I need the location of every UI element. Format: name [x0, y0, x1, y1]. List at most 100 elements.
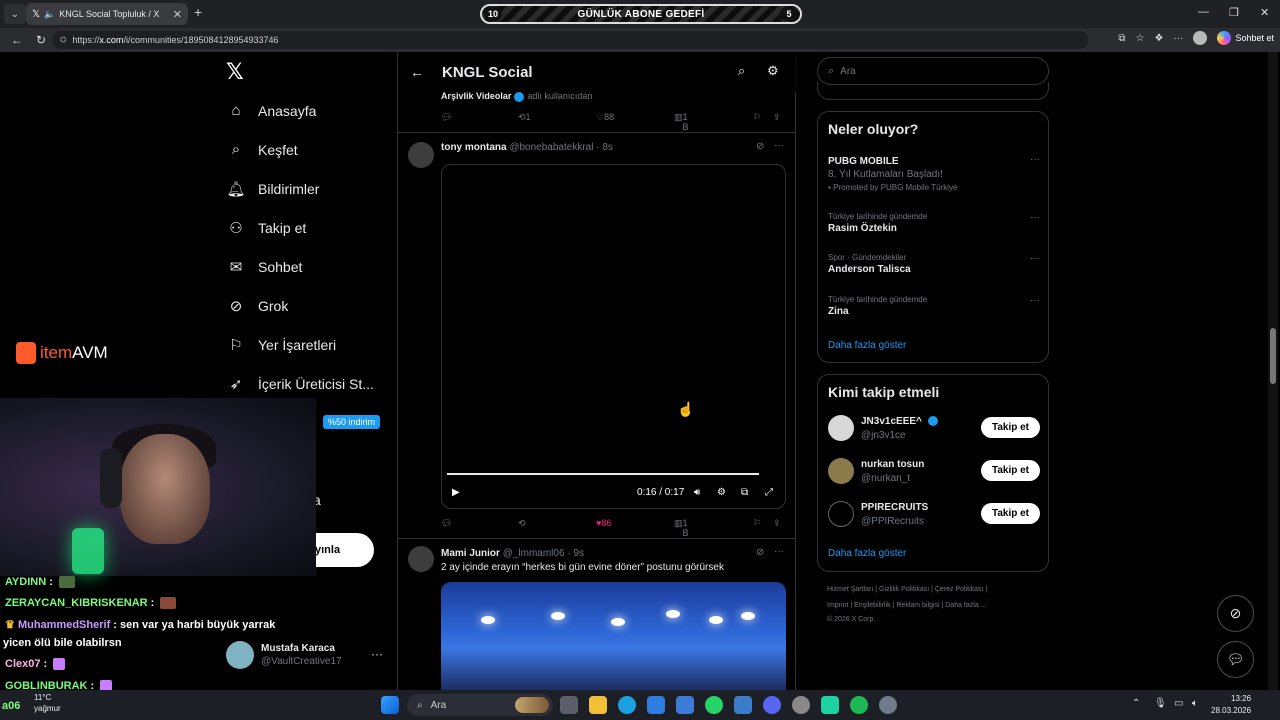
taskbar-search[interactable]: ⌕ Ara — [407, 694, 553, 716]
start-icon[interactable] — [381, 696, 399, 714]
speaker-icon[interactable]: 🔈 — [44, 9, 55, 20]
minimize-icon[interactable]: — — [1198, 6, 1209, 18]
app-icon[interactable] — [821, 696, 839, 714]
tray-chevron-icon[interactable]: ⌃ — [1132, 698, 1140, 709]
tab-actions-menu[interactable]: ⌄ — [4, 4, 26, 24]
profile-avatar[interactable] — [1193, 31, 1208, 45]
edge-icon[interactable] — [618, 696, 636, 714]
follow-button[interactable]: Takip et — [981, 460, 1040, 481]
trend-item[interactable]: Spor · Gündemdekiler Anderson Talisca ··… — [828, 253, 1040, 275]
video-progress-bar[interactable] — [447, 473, 759, 475]
network-icon[interactable]: ▭ — [1174, 698, 1183, 709]
file-explorer-icon[interactable] — [589, 696, 607, 714]
sidebar-item-chat[interactable]: ✉ Sohbet — [226, 258, 303, 276]
footer-links[interactable]: Imprint | Erişilebilirlik | Reklam bilgi… — [827, 602, 987, 609]
more-icon[interactable]: ··· — [1030, 212, 1040, 223]
clock[interactable]: 13:26 28.03.2026 — [1211, 693, 1251, 717]
sidebar-item-notifications[interactable]: 🔔︎ Bildirimler — [226, 180, 319, 198]
messages-button[interactable]: 💬︎ — [1217, 641, 1254, 678]
sidebar-item-creator-studio[interactable]: ➶ İçerik Üreticisi St... — [226, 375, 374, 393]
network-app-icon[interactable] — [734, 696, 752, 714]
share-icon[interactable]: ⇪ — [773, 518, 781, 529]
grok-icon[interactable]: ⊘ — [756, 547, 764, 558]
play-icon[interactable]: ▶ — [452, 487, 460, 498]
chrome-icon[interactable] — [792, 696, 810, 714]
site-info-icon[interactable]: ⛭ — [60, 35, 66, 45]
more-icon[interactable]: ··· — [774, 546, 784, 557]
fullscreen-icon[interactable]: ⤢ — [765, 487, 773, 498]
mail-app-icon[interactable] — [676, 696, 694, 714]
sidebar-item-explore[interactable]: ⌕ Keşfet — [226, 141, 298, 158]
collections-icon[interactable]: ❖ — [1155, 33, 1164, 44]
extensions-icon[interactable]: ⧉ — [1118, 33, 1125, 44]
show-more-link[interactable]: Daha fazla göster — [828, 548, 906, 559]
views-button[interactable]: ▥ 1 B — [674, 518, 689, 538]
more-icon[interactable]: ··· — [1030, 295, 1040, 306]
more-icon[interactable]: ··· — [774, 140, 784, 151]
trend-item[interactable]: Türkiye tarihinde gündemde Zina ··· — [828, 295, 1040, 317]
share-icon[interactable]: ⇪ — [773, 112, 781, 123]
refresh-icon[interactable]: ↻ — [34, 33, 48, 47]
more-icon[interactable]: ··· — [1030, 154, 1040, 165]
like-button[interactable]: ♡ 88 — [596, 112, 614, 123]
browser-tab-active[interactable]: 𝕏 🔈 KNGL Social Topluluk / X ✕ — [26, 3, 188, 25]
more-icon[interactable]: ··· — [1030, 253, 1040, 264]
restore-icon[interactable]: ❐ — [1229, 6, 1239, 19]
sidebar-item-grok[interactable]: ⊘ Grok — [226, 297, 289, 315]
repost-button[interactable]: ⟲ 1 — [518, 112, 531, 123]
back-arrow-icon[interactable]: ← — [410, 64, 424, 80]
suggestion-row[interactable]: JN3v1cEEE^ @jn3v1ce Takip et — [828, 415, 1040, 445]
sidebar-item-bookmarks[interactable]: ⚐ Yer İşaretleri — [226, 336, 336, 354]
show-more-link[interactable]: Daha fazla göster — [828, 340, 906, 351]
sidebar-item-home[interactable]: ⌂ Anasayfa — [226, 102, 316, 119]
task-view-icon[interactable] — [560, 696, 578, 714]
post-image[interactable] — [441, 582, 786, 690]
post-handle[interactable]: @bonebabatekkral — [509, 142, 593, 153]
bookmark-icon[interactable]: ⚐ — [753, 518, 761, 529]
video-player[interactable]: ☝ ▶ 0:16 / 0:17 🔊︎ ⚙ ⧉ ⤢ — [441, 164, 786, 509]
weather-widget[interactable]: 11°C yağmur — [34, 692, 61, 714]
page-scrollbar[interactable] — [1268, 52, 1278, 690]
suggestion-row[interactable]: nurkan tosun @nurkan_t Takip et — [828, 458, 1040, 488]
pip-icon[interactable]: ⧉ — [741, 487, 748, 498]
follow-button[interactable]: Takip et — [981, 417, 1040, 438]
settings-icon[interactable] — [879, 696, 897, 714]
grok-icon[interactable]: ⊘ — [756, 141, 764, 152]
volume-icon[interactable]: 🔊︎ — [694, 487, 700, 498]
sidebar-item-follow[interactable]: ⚇ Takip et — [226, 219, 306, 237]
discord-icon[interactable] — [763, 696, 781, 714]
post-author[interactable]: Mami Junior — [441, 548, 500, 559]
reply-icon[interactable]: 💬︎ — [441, 112, 452, 123]
close-window-icon[interactable]: ✕ — [1260, 6, 1269, 19]
search-input[interactable]: ⌕ Ara — [817, 57, 1049, 85]
post-author[interactable]: tony montana — [441, 142, 507, 153]
video-settings-icon[interactable]: ⚙ — [717, 487, 726, 498]
post-handle[interactable]: @_lmmaml06 — [503, 548, 565, 559]
scrollbar-thumb[interactable] — [1270, 328, 1276, 384]
suggestion-row[interactable]: PPIRECRUITS @PPIRecruits Takip et — [828, 501, 1040, 531]
close-tab-icon[interactable]: ✕ — [173, 8, 182, 21]
repost-icon[interactable]: ⟲ — [518, 518, 526, 529]
spotify-icon[interactable] — [850, 696, 868, 714]
settings-gear-icon[interactable]: ⚙ — [767, 63, 779, 79]
more-menu-icon[interactable]: ··· — [1173, 33, 1183, 44]
copilot-button[interactable]: Sohbet et — [1217, 31, 1274, 45]
microphone-icon[interactable]: 🎙︎ — [1154, 698, 1167, 709]
follow-button[interactable]: Takip et — [981, 503, 1040, 524]
like-button[interactable]: ♥ 86 — [596, 518, 611, 528]
post-avatar[interactable] — [408, 546, 434, 572]
back-icon[interactable]: ← — [10, 33, 24, 47]
search-icon[interactable]: ⌕ — [738, 63, 745, 79]
source-name[interactable]: Arşivlik Videolar — [441, 91, 511, 101]
store-icon[interactable] — [647, 696, 665, 714]
reply-icon[interactable]: 💬︎ — [441, 518, 452, 529]
trend-item[interactable]: PUBG MOBILE 8. Yıl Kutlamaları Başladı! … — [828, 154, 1040, 192]
favorites-icon[interactable]: ☆ — [1136, 33, 1145, 44]
views-button[interactable]: ▥ 1 B — [674, 112, 689, 132]
x-logo-icon[interactable]: 𝕏 — [226, 60, 244, 85]
grok-button[interactable]: ⊘ — [1217, 595, 1254, 632]
volume-icon[interactable]: 🔈︎ — [1192, 698, 1198, 709]
more-icon[interactable]: ··· — [371, 647, 383, 661]
trend-item[interactable]: Türkiye tarihinde gündemde Rasim Öztekin… — [828, 212, 1040, 234]
new-tab-button[interactable]: + — [194, 4, 202, 20]
